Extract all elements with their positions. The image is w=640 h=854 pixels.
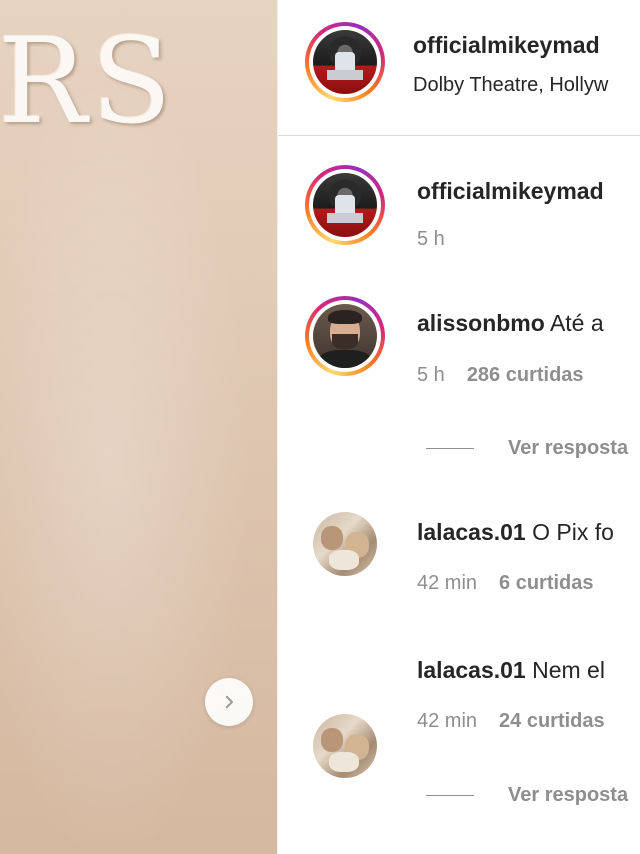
header-location[interactable]: Dolby Theatre, Hollyw (413, 74, 608, 97)
comment-2: lalacas.01 O Pix fo (417, 519, 614, 546)
comment-username[interactable]: lalacas.01 (417, 657, 526, 683)
next-image-button[interactable] (205, 678, 253, 726)
comment-username[interactable]: lalacas.01 (417, 519, 526, 545)
comment-text: O Pix fo (532, 519, 614, 545)
comment-meta: 5 h 286 curtidas (417, 364, 584, 387)
avatar[interactable] (313, 512, 377, 576)
comment-likes[interactable]: 24 curtidas (499, 710, 605, 732)
comment-username[interactable]: alissonbmo (417, 310, 545, 336)
avatar[interactable] (313, 714, 377, 778)
avatar (313, 30, 377, 94)
post-header: officialmikeymad Dolby Theatre, Hollyw (278, 0, 640, 136)
story-ring[interactable] (305, 22, 385, 102)
view-replies-label: Ver resposta (508, 437, 629, 459)
avatar (313, 304, 377, 368)
replies-dash (426, 795, 474, 796)
view-replies-label: Ver resposta (508, 784, 629, 806)
replies-dash (426, 448, 474, 449)
comments-panel: officialmikeymad Dolby Theatre, Hollyw o… (277, 0, 640, 854)
comment-3: lalacas.01 Nem el (417, 657, 605, 684)
comment-time[interactable]: 5 h (417, 364, 445, 386)
chevron-right-icon (225, 695, 233, 709)
caption-time[interactable]: 5 h (417, 228, 445, 251)
view-replies-button[interactable]: Ver resposta (426, 437, 628, 460)
image-sign-text: RS (0, 12, 176, 150)
comment-time[interactable]: 42 min (417, 710, 477, 732)
header-username[interactable]: officialmikeymad (413, 32, 600, 59)
comment-meta: 42 min 6 curtidas (417, 572, 594, 595)
avatar (313, 173, 377, 237)
caption-username[interactable]: officialmikeymad (417, 178, 604, 205)
comment-likes[interactable]: 286 curtidas (467, 364, 584, 386)
story-ring[interactable] (305, 165, 385, 245)
comment-1: alissonbmo Até a (417, 310, 604, 337)
comment-text: Até a (549, 310, 604, 336)
story-ring[interactable] (305, 296, 385, 376)
comment-likes[interactable]: 6 curtidas (499, 572, 593, 594)
comment-text: Nem el (532, 657, 605, 683)
post-image[interactable]: RS (0, 0, 277, 854)
comment-meta: 42 min 24 curtidas (417, 710, 605, 733)
view-replies-button[interactable]: Ver resposta (426, 784, 628, 807)
comment-time[interactable]: 42 min (417, 572, 477, 594)
